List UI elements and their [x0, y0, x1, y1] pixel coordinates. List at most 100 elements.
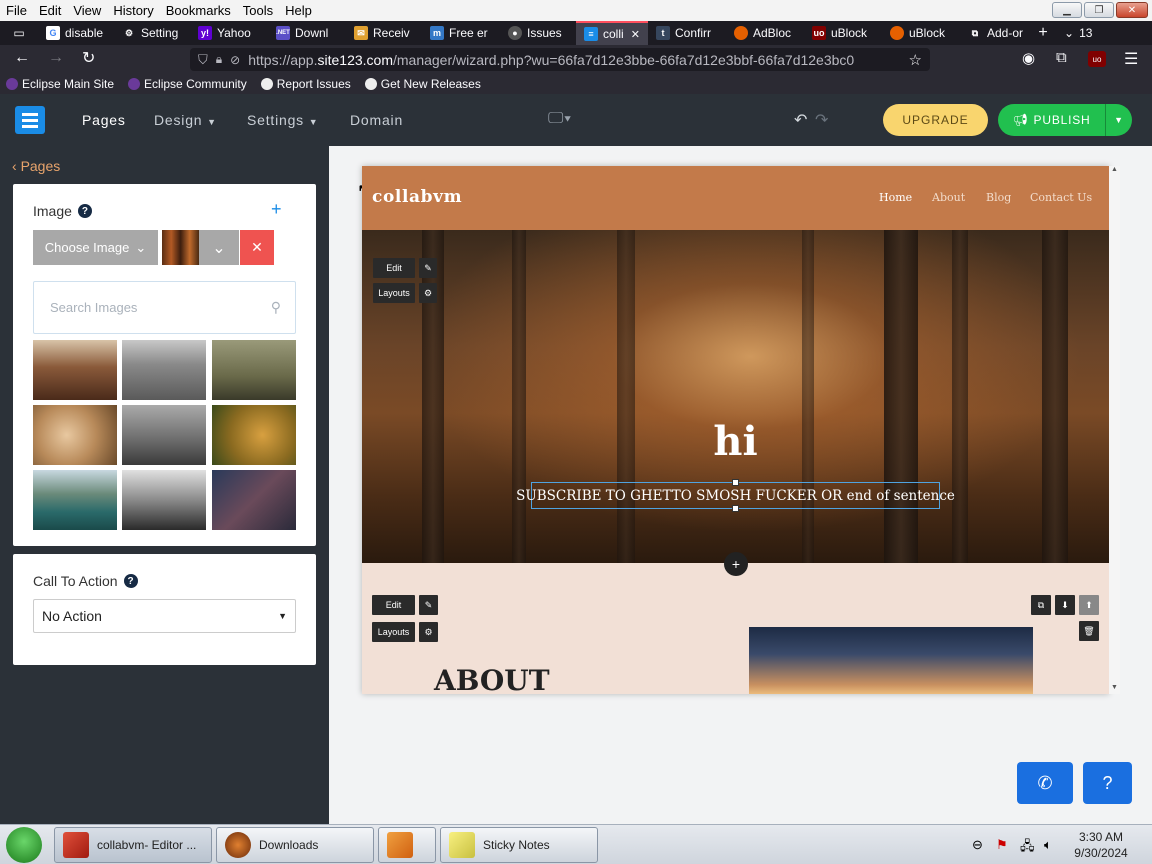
nav-design[interactable]: Design ▼ [154, 112, 217, 128]
redo-icon[interactable]: ↷ [815, 110, 829, 130]
hero-layouts-button[interactable]: Layouts [373, 283, 415, 303]
tab-2[interactable]: y! Yahoo [190, 21, 268, 45]
tray-network-icon[interactable]: 🖧︎ [1020, 837, 1035, 859]
new-tab-button[interactable]: + [1030, 21, 1056, 45]
minimize-button[interactable]: ▁ [1052, 2, 1082, 18]
nav-settings[interactable]: Settings ▼ [247, 112, 318, 128]
tab-0[interactable]: Gdisable [38, 21, 114, 45]
tab-10[interactable]: uo uBlock [804, 21, 882, 45]
shield-icon[interactable]: ⛉ [198, 52, 208, 68]
tab-11[interactable]: uBlock [882, 21, 960, 45]
help-icon[interactable]: ? [77, 204, 92, 218]
scroll-down-arrow-icon[interactable]: ▼ [1111, 684, 1118, 691]
tab-overflow-button[interactable]: ⌄ 13 [1056, 21, 1096, 45]
hero-settings-gear-icon[interactable]: ⚙ [419, 283, 437, 303]
taskbar-item-editor[interactable]: collabvm- Editor ... [54, 827, 212, 863]
extensions-icon[interactable]: ⧉ [1056, 49, 1067, 66]
remove-image-button[interactable]: ✕ [240, 230, 274, 265]
tray-volume-icon[interactable]: 🔈︎ [1044, 837, 1052, 853]
tab-3[interactable]: .NET Downl [268, 21, 346, 45]
about-edit-button[interactable]: Edit [372, 595, 415, 615]
tab-12[interactable]: ⧉ Add-or [960, 21, 1030, 45]
publish-label-wrap[interactable]: 📢︎ PUBLISH [998, 113, 1105, 127]
hamburger-menu-icon[interactable]: ☰ [1124, 49, 1138, 69]
thumbnail-mountain-lake[interactable] [33, 470, 117, 530]
about-title[interactable]: ABOUT [434, 664, 550, 694]
choose-image-button[interactable]: Choose Image ⌄ [33, 230, 158, 265]
start-button-alien-icon[interactable] [6, 827, 42, 863]
tab-8[interactable]: t Confirr [648, 21, 726, 45]
add-image-icon[interactable]: + [271, 199, 282, 220]
tab-4[interactable]: ✉ Receiv [346, 21, 422, 45]
menu-tools[interactable]: Tools [237, 3, 279, 18]
copy-section-icon[interactable]: ⧉ [1031, 595, 1051, 615]
taskbar-item-media-player[interactable] [378, 827, 436, 863]
menu-help[interactable]: Help [279, 3, 318, 18]
bookmark-star-icon[interactable]: ☆ [909, 51, 922, 69]
url-bar[interactable]: ⛉ 🔒︎ ⊘ https://app.site123.com/manager/w… [190, 48, 930, 71]
phone-support-button[interactable]: ✆ [1017, 762, 1073, 804]
tab-list-button[interactable]: ▭ [0, 21, 38, 45]
lock-icon[interactable]: 🔒︎ [216, 52, 222, 67]
tray-minus-icon[interactable]: ⊖ [972, 837, 983, 853]
account-icon[interactable]: ◉ [1022, 49, 1035, 67]
menu-bookmarks[interactable]: Bookmarks [160, 3, 237, 18]
search-images-field[interactable]: Search Images ⚲ [33, 281, 296, 334]
maximize-button[interactable]: ❐ [1084, 2, 1114, 18]
menu-history[interactable]: History [107, 3, 159, 18]
site-nav-home[interactable]: Home [879, 191, 912, 204]
about-settings-gear-icon[interactable]: ⚙ [419, 622, 438, 642]
cta-select[interactable]: No Action ▼ [33, 599, 296, 633]
back-to-pages-link[interactable]: ‹ Pages [12, 158, 60, 174]
menu-view[interactable]: View [67, 3, 107, 18]
tab-5[interactable]: m Free er [422, 21, 500, 45]
site-nav-contact[interactable]: Contact Us [1030, 191, 1092, 204]
search-icon[interactable]: ⚲ [271, 299, 281, 316]
thumbnail-paint-brushes[interactable] [212, 470, 296, 530]
tab-7-active[interactable]: ≡ colli ✕ [576, 21, 648, 45]
nav-pages[interactable]: Pages [82, 112, 126, 128]
add-section-plus-icon[interactable]: + [724, 552, 748, 576]
taskbar-item-downloads[interactable]: Downloads [216, 827, 374, 863]
tab-1[interactable]: ⚙ Setting [114, 21, 190, 45]
scroll-up-arrow-icon[interactable]: ▲ [1111, 166, 1118, 173]
thumbnail-people-on-bench[interactable] [33, 340, 117, 400]
site-nav-about[interactable]: About [932, 191, 965, 204]
ublock-icon[interactable]: uo [1088, 51, 1106, 67]
close-window-button[interactable]: ✕ [1116, 2, 1148, 18]
about-edit-pencil-icon[interactable]: ✎ [419, 595, 438, 615]
menu-file[interactable]: File [0, 3, 33, 18]
taskbar-clock[interactable]: 3:30 AM 9/30/2024 [1072, 829, 1130, 861]
help-button[interactable]: ? [1083, 762, 1132, 804]
about-layouts-button[interactable]: Layouts [372, 622, 415, 642]
resize-handle-bottom[interactable] [732, 505, 739, 512]
thumbnail-food-table[interactable] [33, 405, 117, 465]
bookmark-eclipse-main[interactable]: Eclipse Main Site [6, 77, 114, 91]
hero-edit-button[interactable]: Edit [373, 258, 415, 278]
thumbnail-roaring-lion[interactable] [212, 405, 296, 465]
site-brand[interactable]: collabvm [372, 187, 462, 207]
bookmark-report-issues[interactable]: Report Issues [260, 77, 351, 91]
nav-domain[interactable]: Domain [350, 112, 403, 128]
device-preview-icon[interactable]: 🖵︎▾ [548, 110, 572, 128]
permissions-icon[interactable]: ⊘ [230, 53, 240, 67]
thumbnail-city-runner[interactable] [122, 405, 206, 465]
undo-icon[interactable]: ↶ [794, 110, 808, 130]
delete-section-icon[interactable]: 🗑︎ [1079, 621, 1099, 641]
tab-6[interactable]: ● Issues [500, 21, 576, 45]
thumbnail-city-skyline[interactable] [122, 340, 206, 400]
hero-edit-pencil-icon[interactable]: ✎ [419, 258, 437, 278]
hero-section[interactable]: hi SUBSCRIBE TO GHETTO SMOSH FUCKER OR e… [362, 230, 1109, 563]
preview-scrollbar[interactable]: ▲ ▼ [1109, 166, 1120, 694]
site-nav-blog[interactable]: Blog [986, 191, 1011, 204]
about-image[interactable] [749, 627, 1033, 694]
back-icon[interactable]: ← [14, 49, 30, 67]
publish-button[interactable]: 📢︎ PUBLISH ▼ [998, 104, 1132, 136]
help-icon[interactable]: ? [123, 574, 138, 588]
tray-flag-icon[interactable]: ⚑ [996, 837, 1008, 853]
upgrade-button[interactable]: UPGRADE [883, 104, 988, 136]
taskbar-item-sticky-notes[interactable]: Sticky Notes [440, 827, 598, 863]
thumbnail-guitar-player[interactable] [212, 340, 296, 400]
close-tab-icon[interactable]: ✕ [631, 28, 640, 41]
publish-options-caret[interactable]: ▼ [1106, 115, 1132, 125]
